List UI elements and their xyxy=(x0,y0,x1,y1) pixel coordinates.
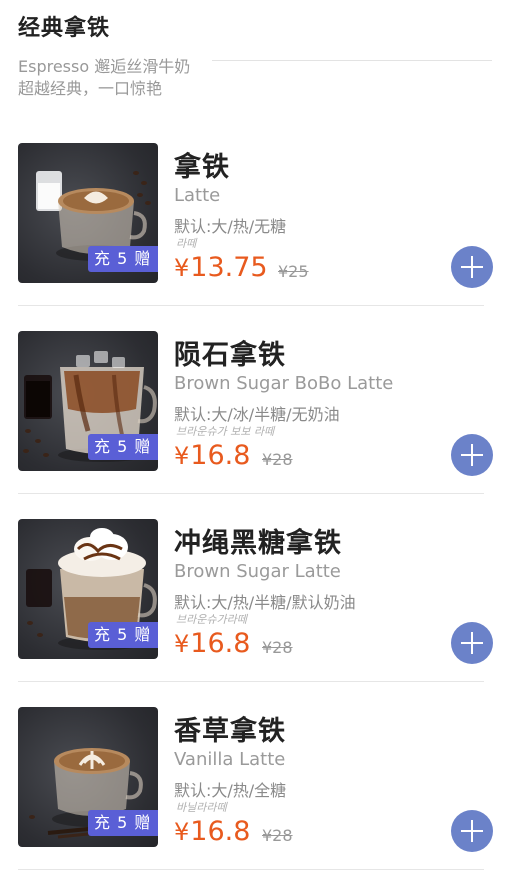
product-name: 陨石拿铁 xyxy=(174,340,286,371)
add-to-cart-button[interactable] xyxy=(451,810,493,852)
original-price: ¥28 xyxy=(262,638,293,657)
currency-symbol: ¥ xyxy=(174,254,190,282)
promo-badge: 充 5 赠 3 xyxy=(88,810,158,836)
add-to-cart-button[interactable] xyxy=(451,434,493,476)
product-name-kr: 브라운슈가 보보 라떼 xyxy=(176,425,275,438)
currency-symbol: ¥ xyxy=(174,630,190,658)
product-item-latte[interactable]: 充 5 赠 3 拿铁 Latte 默认:大/热/无糖 라떼 ¥13.75 ¥25 xyxy=(18,143,494,317)
product-spec: 默认:大/冰/半糖/无奶油 xyxy=(174,405,340,424)
original-price: ¥25 xyxy=(278,262,309,281)
price-value: 16.8 xyxy=(190,440,251,471)
product-name: 拿铁 xyxy=(174,152,230,183)
product-name-kr: 바닐라라떼 xyxy=(176,801,227,814)
currency-symbol: ¥ xyxy=(174,442,190,470)
product-name-kr: 라떼 xyxy=(176,237,197,250)
price-value: 16.8 xyxy=(190,628,251,659)
product-name-en: Vanilla Latte xyxy=(174,749,286,770)
product-price: ¥16.8 xyxy=(174,816,250,847)
product-name: 冲绳黑糖拿铁 xyxy=(174,528,342,559)
product-item-brown-sugar-latte[interactable]: 充 5 赠 3 冲绳黑糖拿铁 Brown Sugar Latte 默认:大/热/… xyxy=(18,519,494,693)
product-item-brown-sugar-bobo-latte[interactable]: 充 5 赠 3 陨石拿铁 Brown Sugar BoBo Latte 默认:大… xyxy=(18,331,494,505)
product-price: ¥13.75 xyxy=(174,252,268,283)
product-image: 充 5 赠 3 xyxy=(18,143,158,283)
product-spec: 默认:大/热/无糖 xyxy=(174,217,287,236)
product-spec: 默认:大/热/半糖/默认奶油 xyxy=(174,593,356,612)
promo-badge: 充 5 赠 3 xyxy=(88,434,158,460)
add-to-cart-button[interactable] xyxy=(451,622,493,664)
product-name: 香草拿铁 xyxy=(174,716,286,747)
add-to-cart-button[interactable] xyxy=(451,246,493,288)
price-value: 13.75 xyxy=(190,252,268,283)
product-image: 充 5 赠 3 xyxy=(18,707,158,847)
product-price: ¥16.8 xyxy=(174,440,250,471)
promo-badge: 充 5 赠 3 xyxy=(88,246,158,272)
original-price: ¥28 xyxy=(262,450,293,469)
product-name-en: Brown Sugar Latte xyxy=(174,561,341,582)
product-name-kr: 브라운슈가라떼 xyxy=(176,613,247,626)
product-image: 充 5 赠 3 xyxy=(18,519,158,659)
product-name-en: Latte xyxy=(174,185,221,206)
original-price: ¥28 xyxy=(262,826,293,845)
category-subtitle: Espresso 邂逅丝滑牛奶 超越经典，一口惊艳 xyxy=(18,56,498,100)
product-item-vanilla-latte[interactable]: 充 5 赠 3 香草拿铁 Vanilla Latte 默认:大/热/全糖 바닐라… xyxy=(18,707,494,881)
currency-symbol: ¥ xyxy=(174,818,190,846)
product-name-en: Brown Sugar BoBo Latte xyxy=(174,373,394,394)
header-divider xyxy=(212,60,492,61)
category-title: 经典拿铁 xyxy=(18,16,111,41)
product-spec: 默认:大/热/全糖 xyxy=(174,781,287,800)
item-divider xyxy=(18,305,484,306)
promo-badge: 充 5 赠 3 xyxy=(88,622,158,648)
item-divider xyxy=(18,681,484,682)
product-price: ¥16.8 xyxy=(174,628,250,659)
price-value: 16.8 xyxy=(190,816,251,847)
category-subtitle-line-2: 超越经典，一口惊艳 xyxy=(18,79,163,98)
product-image: 充 5 赠 3 xyxy=(18,331,158,471)
category-header: 经典拿铁 Espresso 邂逅丝滑牛奶 超越经典，一口惊艳 xyxy=(18,10,498,100)
item-divider xyxy=(18,869,484,870)
item-divider xyxy=(18,493,484,494)
